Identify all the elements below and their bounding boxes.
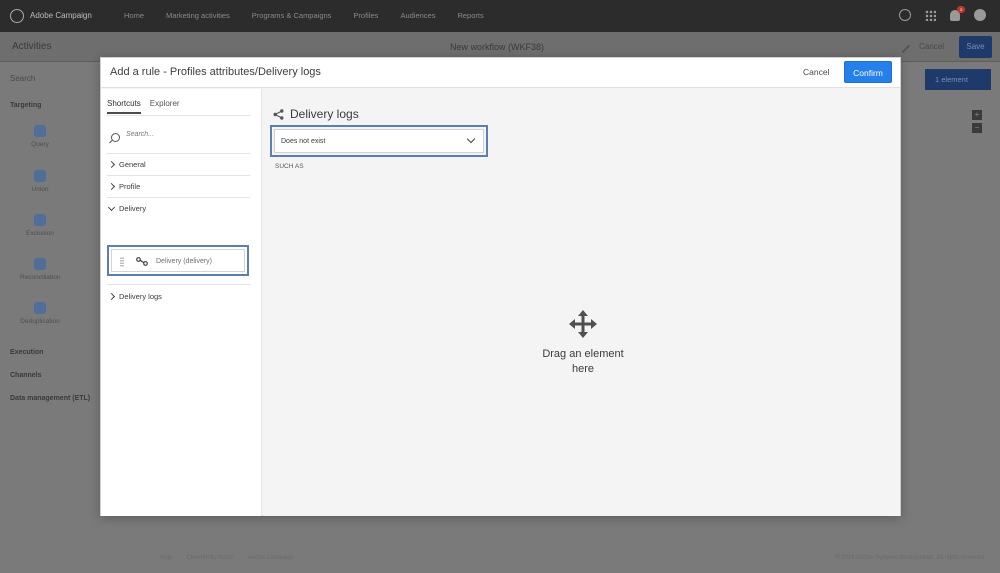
workflow-name[interactable]: New workflow (WKF38) (450, 42, 544, 52)
nav-reports[interactable]: Reports (457, 11, 483, 20)
share-link-icon (273, 108, 284, 120)
tile-union[interactable]: Union (20, 170, 60, 193)
tile-query[interactable]: Query (20, 125, 60, 148)
add-rule-dialog: Add a rule - Profiles attributes/Deliver… (100, 57, 901, 516)
dialog-header: Add a rule - Profiles attributes/Deliver… (101, 58, 900, 88)
nav-programs-campaigns[interactable]: Programs & Campaigns (252, 11, 332, 20)
activities-menu[interactable]: Activities (12, 41, 51, 52)
rule-title-label: Delivery logs (290, 107, 359, 121)
cancel-button[interactable]: Cancel (803, 67, 829, 77)
zoom-controls: + − (972, 110, 982, 136)
selected-element-tag[interactable]: 1 element (925, 69, 991, 90)
tile-deduplication[interactable]: Deduplication (20, 302, 60, 325)
section-channels[interactable]: Channels (10, 372, 42, 379)
chevron-right-icon (107, 292, 116, 301)
tree-node-delivery-logs[interactable]: Delivery logs (107, 292, 162, 301)
help-icon[interactable] (899, 9, 911, 21)
search-icon (111, 133, 120, 142)
move-arrows-icon (569, 310, 597, 338)
tree-node-general[interactable]: General (107, 160, 146, 169)
nav-profiles[interactable]: Profiles (353, 11, 378, 20)
section-data-management[interactable]: Data management (ETL) (10, 395, 90, 402)
pencil-icon[interactable] (895, 38, 911, 54)
chevron-right-icon (107, 182, 116, 191)
operator-select[interactable]: Does not exist (274, 129, 484, 153)
tree-node-label: Delivery logs (119, 292, 162, 301)
app-grid-icon[interactable] (925, 9, 936, 21)
divider (107, 175, 250, 176)
link-icon (136, 257, 148, 266)
attribute-delivery-delivery[interactable]: Delivery (delivery) (111, 249, 245, 272)
attribute-label: Delivery (delivery) (156, 258, 213, 265)
operator-select-focus: Does not exist (270, 125, 488, 157)
workflow-cancel-button[interactable]: Cancel (919, 42, 944, 51)
activities-palette: Search Targeting Query Union Exclusion R… (0, 62, 100, 573)
reconciliation-icon (34, 258, 46, 270)
tab-shortcuts[interactable]: Shortcuts (107, 99, 141, 114)
drag-handle-icon[interactable] (120, 257, 124, 267)
confirm-button[interactable]: Confirm (844, 61, 892, 83)
footer-adobe-campaign[interactable]: Adobe Campaign (248, 555, 294, 561)
app-name: Adobe Campaign (30, 11, 92, 20)
rule-title: Delivery logs (273, 107, 359, 121)
chevron-down-icon (107, 203, 116, 211)
zoom-in-icon[interactable]: + (972, 110, 982, 120)
drop-zone-line-1: Drag an element (542, 348, 624, 360)
nav-marketing-activities[interactable]: Marketing activities (166, 11, 230, 20)
tile-reconciliation[interactable]: Reconciliation (20, 258, 60, 281)
nav-home[interactable]: Home (124, 11, 144, 20)
tree-node-label: General (119, 160, 146, 169)
chevron-down-icon (466, 134, 476, 144)
draggable-attribute-focus: Delivery (delivery) (107, 245, 249, 276)
section-targeting[interactable]: Targeting (10, 102, 41, 109)
notification-badge: 3 (957, 5, 965, 13)
tab-divider (107, 115, 250, 116)
union-icon (34, 170, 46, 182)
pane-tabs: Shortcuts Explorer (107, 99, 180, 114)
tree-node-profile[interactable]: Profile (107, 182, 141, 191)
app-header: Adobe Campaign Home Marketing activities… (0, 0, 1000, 32)
adobe-logo-icon (10, 9, 24, 23)
divider (107, 197, 250, 198)
query-icon (34, 125, 46, 137)
tile-exclusion[interactable]: Exclusion (20, 214, 60, 237)
footer-help[interactable]: Help (160, 555, 172, 561)
drop-zone[interactable]: Drag an element here (523, 309, 643, 377)
dialog-title: Add a rule - Profiles attributes/Deliver… (110, 66, 321, 78)
top-nav: Home Marketing activities Programs & Cam… (124, 11, 484, 20)
deduplication-icon (34, 302, 46, 314)
tree-node-delivery[interactable]: Delivery (107, 203, 147, 213)
footer-community[interactable]: Community forum (186, 555, 233, 561)
header-icons: 3 (899, 5, 986, 21)
exclusion-icon (34, 214, 46, 226)
attribute-search (111, 131, 249, 147)
search-input[interactable] (126, 131, 246, 138)
tree-node-label: Delivery (119, 204, 147, 213)
footer-links: Help Community forum Adobe Campaign (160, 555, 294, 561)
footer-copyright: © 2018 Adobe Systems Incorporated. All r… (835, 555, 986, 561)
operator-value: Does not exist (281, 138, 326, 145)
chevron-right-icon (107, 160, 116, 169)
divider (107, 153, 250, 154)
zoom-out-icon[interactable]: − (972, 123, 982, 133)
tab-explorer[interactable]: Explorer (150, 99, 180, 114)
section-execution[interactable]: Execution (10, 349, 43, 356)
avatar[interactable] (974, 9, 986, 21)
divider (107, 284, 250, 285)
bell-icon[interactable]: 3 (950, 5, 965, 21)
nav-audiences[interactable]: Audiences (400, 11, 435, 20)
palette-search[interactable]: Search (10, 74, 35, 83)
drop-zone-line-2: here (571, 363, 595, 375)
attributes-pane: Shortcuts Explorer General Profile Deliv… (101, 89, 262, 516)
rule-editor: Delivery logs Does not exist SUCH AS Dra… (263, 89, 900, 516)
workflow-save-button[interactable]: Save (959, 36, 992, 58)
such-as-label: SUCH AS (275, 163, 304, 170)
tree-node-label: Profile (119, 182, 141, 191)
